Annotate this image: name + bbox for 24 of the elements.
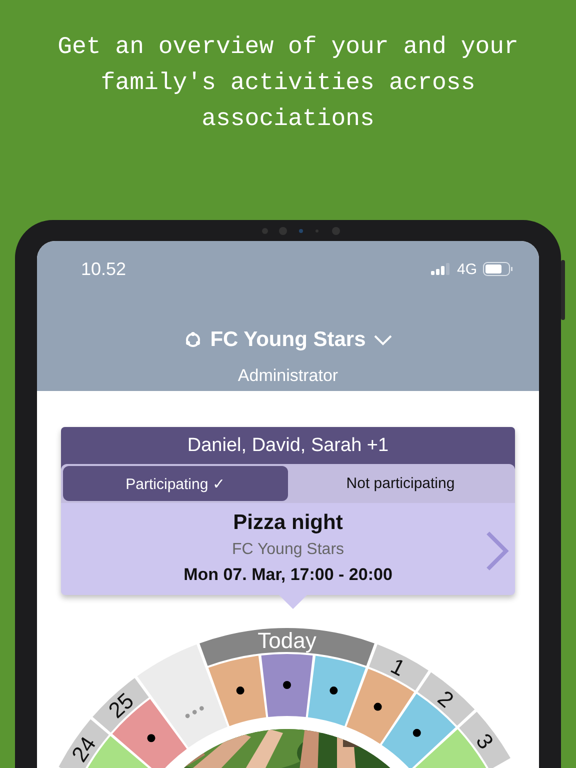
chevron-down-icon[interactable] <box>374 334 392 346</box>
event-segment[interactable] <box>382 694 456 768</box>
headline: Get an overview of your and your family's activities across associations <box>56 33 520 135</box>
status-time: 10.52 <box>81 258 128 280</box>
day-label: 25 <box>104 688 138 723</box>
event-time: Mon 07. Mar, 17:00 - 20:00 <box>182 565 394 585</box>
day-label: Today <box>258 628 316 653</box>
sync-icon <box>184 331 202 349</box>
more-icon <box>185 706 204 718</box>
day-label: 1 <box>386 653 410 682</box>
signal-icon <box>430 263 451 275</box>
battery-icon <box>483 262 513 276</box>
participation-option[interactable]: Participating ✓ <box>63 466 288 501</box>
day-label: 3 <box>471 728 499 754</box>
network-type: 4G <box>456 260 477 278</box>
event-title: Pizza night <box>232 511 344 535</box>
card-pointer <box>279 595 307 609</box>
user-role: Administrator <box>236 366 340 386</box>
day-label: 2 <box>433 686 459 713</box>
empty-segment[interactable] <box>137 644 228 748</box>
event-organizer: FC Young Stars <box>230 541 346 559</box>
participation-option[interactable]: Not participating <box>288 466 513 501</box>
participants-label: Daniel, David, Sarah +1 <box>61 427 515 464</box>
day-label: 24 <box>66 732 101 766</box>
